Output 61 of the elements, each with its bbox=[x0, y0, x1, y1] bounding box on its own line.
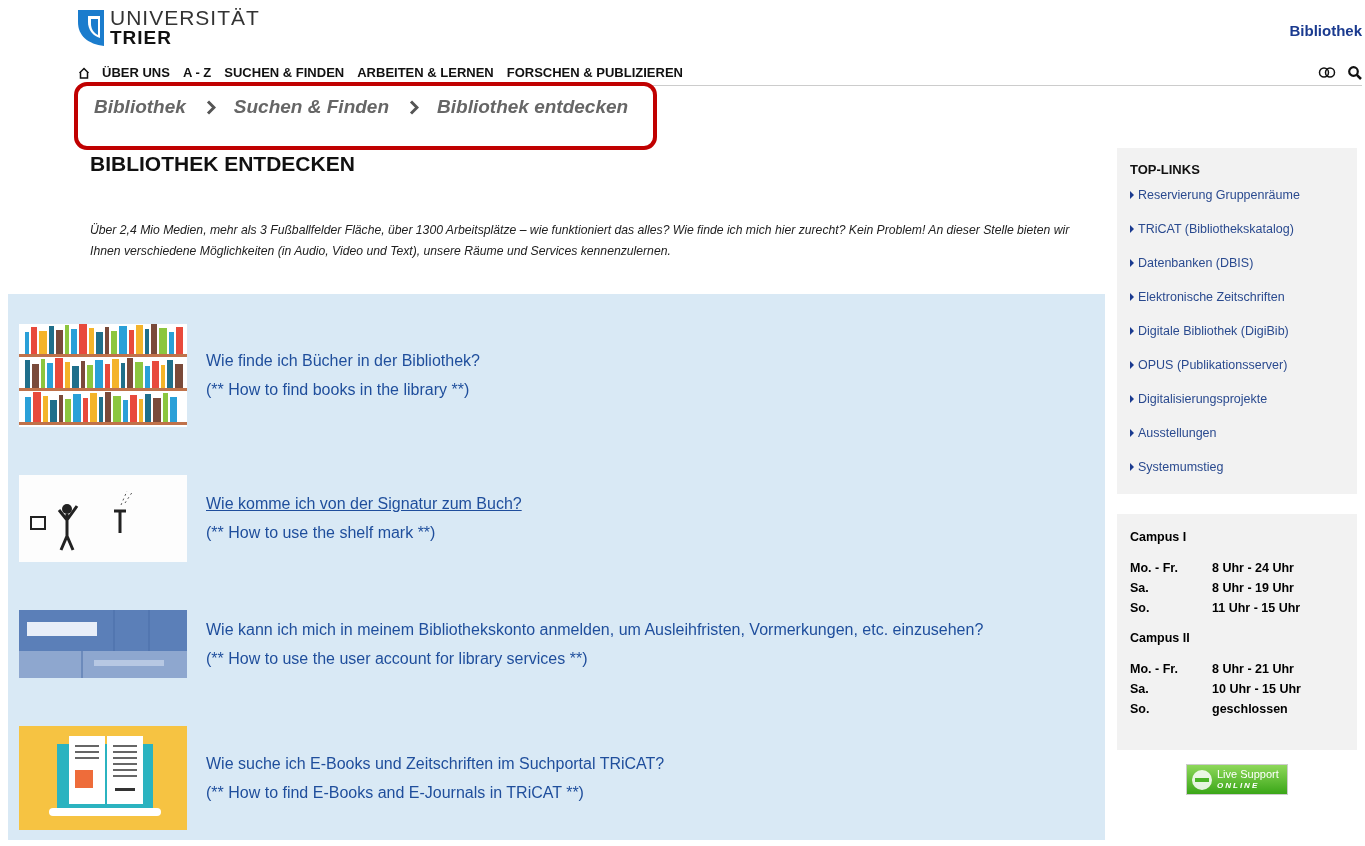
guide-link[interactable]: Wie finde ich Bücher in der Bibliothek? bbox=[206, 350, 480, 372]
triangle-bullet-icon bbox=[1130, 259, 1134, 267]
day-label: So. bbox=[1130, 600, 1150, 617]
day-label: Sa. bbox=[1130, 681, 1149, 698]
guide-subtitle: (** How to find E-Books and E-Journals in TRiCAT **) bbox=[206, 782, 584, 803]
contrast-toggle-icon[interactable] bbox=[1318, 67, 1336, 78]
sidebar-link[interactable]: Elektronische Zeitschriften bbox=[1138, 288, 1285, 306]
nav-link[interactable]: ARBEITEN & LERNEN bbox=[357, 65, 494, 80]
campus-title: Campus I bbox=[1130, 530, 1187, 544]
intro-paragraph: Über 2,4 Mio Medien, mehr als 3 Fußballfelder Fläche, über 1300 Arbeitsplätze – wie funktioniert das alles? Wie finde ich mich hier zurecht? Kein Problem! An dieser Stelle bieten wir Ihnen verschiedene Möglichkeiten (in Audio, Video und Text), unsere Räume und Services kennenzulernen. bbox=[90, 222, 1071, 260]
guide-link[interactable]: Wie komme ich von der Signatur zum Buch? bbox=[206, 493, 522, 515]
home-icon[interactable] bbox=[78, 66, 90, 79]
guide-link[interactable]: Wie suche ich E-Books und Zeitschriften im Suchportal TRiCAT? bbox=[206, 752, 665, 775]
guide-subtitle: (** How to use the shelf mark **) bbox=[206, 523, 436, 543]
triangle-bullet-icon bbox=[1130, 293, 1134, 301]
page-heading: BIBLIOTHEK ENTDECKEN bbox=[90, 152, 355, 176]
logo-text: TRIER bbox=[110, 28, 173, 48]
sidebar-link[interactable]: Ausstellungen bbox=[1138, 424, 1217, 442]
sidebar-link[interactable]: TRiCAT (Bibliothekskatalog) bbox=[1138, 220, 1294, 238]
chevron-right-icon bbox=[409, 100, 420, 115]
hours-text: 10 Uhr - 15 Uhr bbox=[1212, 681, 1301, 698]
site-title-link[interactable]: Bibliothek bbox=[1289, 22, 1362, 62]
hours-text: geschlossen bbox=[1212, 701, 1288, 718]
day-label: Sa. bbox=[1130, 580, 1149, 597]
sidebar-link[interactable]: Datenbanken (DBIS) bbox=[1138, 254, 1254, 272]
triangle-bullet-icon bbox=[1130, 463, 1134, 471]
hours-text: 8 Uhr - 24 Uhr bbox=[1212, 560, 1294, 577]
hours-text: 8 Uhr - 21 Uhr bbox=[1212, 661, 1294, 678]
triangle-bullet-icon bbox=[1130, 395, 1134, 403]
nav-link[interactable]: A - Z bbox=[182, 65, 212, 80]
breadcrumb-link[interactable]: Suchen & Finden bbox=[233, 96, 390, 118]
hours-text: 8 Uhr - 19 Uhr bbox=[1212, 580, 1294, 597]
logo-mark-icon bbox=[78, 8, 104, 46]
nav-link[interactable]: ÜBER UNS bbox=[102, 65, 170, 80]
university-logo[interactable]: UNIVERSITÄT TRIER bbox=[78, 8, 260, 62]
day-label: Mo. - Fr. bbox=[1130, 560, 1178, 577]
search-icon[interactable] bbox=[1348, 65, 1362, 80]
day-label: Mo. - Fr. bbox=[1130, 661, 1178, 678]
triangle-bullet-icon bbox=[1130, 225, 1134, 233]
hours-text: 11 Uhr - 15 Uhr bbox=[1212, 600, 1301, 617]
nav-link[interactable]: FORSCHEN & PUBLIZIEREN bbox=[506, 65, 683, 80]
nav-link[interactable]: SUCHEN & FINDEN bbox=[224, 65, 345, 80]
triangle-bullet-icon bbox=[1130, 429, 1134, 437]
guide-subtitle: (** How to use the user account for library services **) bbox=[206, 648, 588, 669]
sidebar-link[interactable]: Digitalisierungsprojekte bbox=[1138, 390, 1268, 408]
campus-title: Campus II bbox=[1130, 631, 1190, 645]
triangle-bullet-icon bbox=[1130, 327, 1134, 335]
guide-subtitle: (** How to find books in the library **) bbox=[206, 380, 470, 400]
sidebar-link[interactable]: Reservierung Gruppenräume bbox=[1138, 186, 1300, 204]
guide-link[interactable]: Wie kann ich mich in meinem Bibliothekskonto anmelden, um Ausleihfristen, Vormerkungen, etc. einzusehen? bbox=[206, 618, 984, 641]
day-label: So. bbox=[1130, 701, 1150, 718]
breadcrumb-link[interactable]: Bibliothek entdecken bbox=[437, 96, 629, 118]
chevron-right-icon bbox=[205, 100, 216, 115]
breadcrumb-link[interactable]: Bibliothek bbox=[94, 96, 186, 118]
sidebar-link[interactable]: Digitale Bibliothek (DigiBib) bbox=[1138, 322, 1289, 340]
section-title: TOP-LINKS bbox=[1130, 162, 1200, 177]
triangle-bullet-icon bbox=[1130, 361, 1134, 369]
sidebar-link[interactable]: Systemumstieg bbox=[1138, 458, 1224, 476]
logo-text: UNIVERSITÄT bbox=[110, 8, 260, 28]
triangle-bullet-icon bbox=[1130, 191, 1134, 199]
sidebar-link[interactable]: OPUS (Publikationsserver) bbox=[1138, 356, 1288, 374]
